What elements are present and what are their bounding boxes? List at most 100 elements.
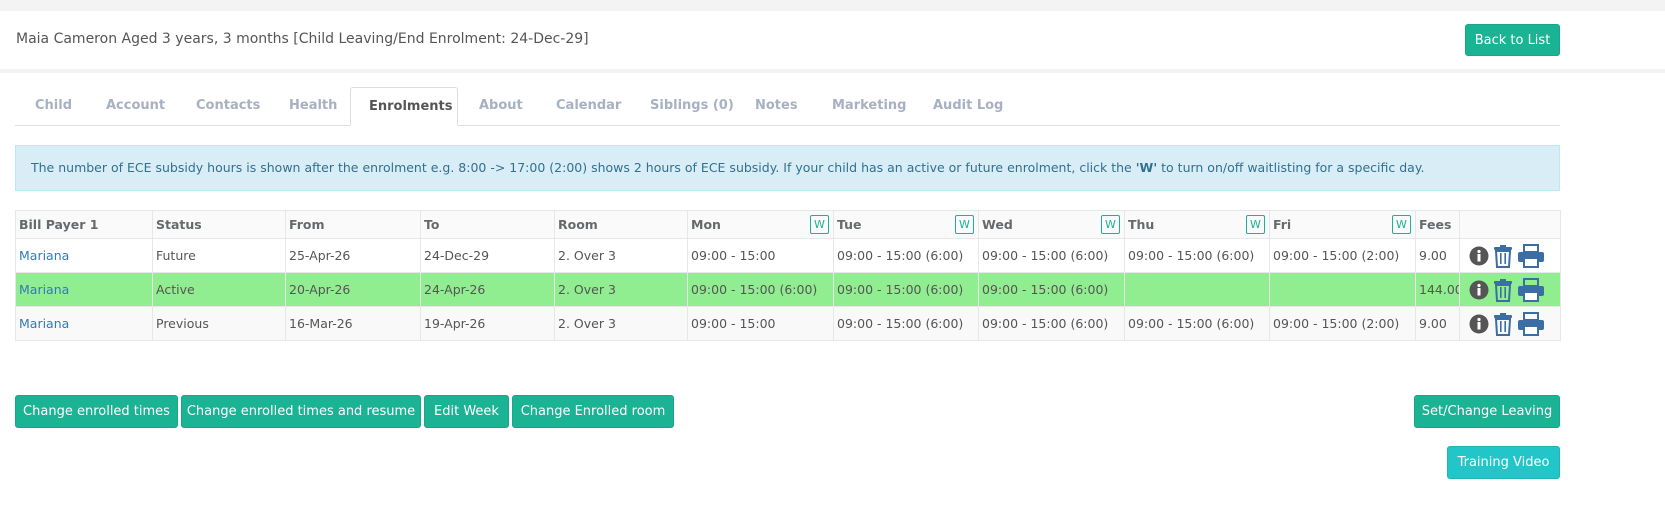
- thu-waitlist-button[interactable]: W: [1246, 215, 1265, 234]
- wed-cell: 09:00 - 15:00 (6:00): [978, 238, 1125, 273]
- col-tue: Tue W: [833, 210, 979, 239]
- tab-bar: Child Account Contacts Health Enrolments…: [15, 87, 1560, 126]
- col-mon: Mon W: [687, 210, 834, 239]
- tab-about[interactable]: About: [479, 87, 523, 125]
- tab-health[interactable]: Health: [289, 87, 337, 125]
- row-actions: [1463, 243, 1557, 268]
- trash-icon[interactable]: [1493, 244, 1513, 268]
- col-actions: [1459, 210, 1561, 239]
- to-cell: 24-Apr-26: [420, 272, 555, 307]
- fri-cell: 09:00 - 15:00 (2:00): [1269, 238, 1416, 273]
- change-enrolled-times-resume-button[interactable]: Change enrolled times and resume: [181, 395, 421, 428]
- enrolments-table: Bill Payer 1 Status From To Room Mon W Tu…: [15, 210, 1561, 341]
- mon-cell: 09:00 - 15:00: [687, 238, 834, 273]
- trash-icon[interactable]: [1493, 312, 1513, 336]
- tab-child[interactable]: Child: [35, 87, 72, 125]
- info-icon[interactable]: [1469, 314, 1489, 334]
- tab-contacts[interactable]: Contacts: [196, 87, 260, 125]
- print-icon[interactable]: [1517, 243, 1545, 268]
- tab-calendar[interactable]: Calendar: [556, 87, 621, 125]
- payer-cell: Mariana: [15, 238, 153, 273]
- fri-waitlist-button[interactable]: W: [1392, 215, 1411, 234]
- to-cell: 24-Dec-29: [420, 238, 555, 273]
- tue-cell: 09:00 - 15:00 (6:00): [833, 272, 979, 307]
- training-video-button[interactable]: Training Video: [1447, 446, 1560, 479]
- col-fees: Fees: [1415, 210, 1460, 239]
- wed-cell: 09:00 - 15:00 (6:00): [978, 306, 1125, 341]
- tab-account[interactable]: Account: [106, 87, 165, 125]
- col-to: To: [420, 210, 555, 239]
- change-enrolled-times-button[interactable]: Change enrolled times: [15, 395, 178, 428]
- status-cell: Active: [152, 272, 286, 307]
- wed-cell: 09:00 - 15:00 (6:00): [978, 272, 1125, 307]
- fri-cell: 09:00 - 15:00 (2:00): [1269, 306, 1416, 341]
- col-wed-label: Wed: [982, 217, 1013, 232]
- from-cell: 16-Mar-26: [285, 306, 421, 341]
- info-icon[interactable]: [1469, 280, 1489, 300]
- col-thu-label: Thu: [1128, 217, 1155, 232]
- col-mon-label: Mon: [691, 217, 721, 232]
- mon-waitlist-button[interactable]: W: [810, 215, 829, 234]
- from-cell: 25-Apr-26: [285, 238, 421, 273]
- actions-cell: [1459, 272, 1561, 307]
- from-cell: 20-Apr-26: [285, 272, 421, 307]
- tue-cell: 09:00 - 15:00 (6:00): [833, 306, 979, 341]
- wed-waitlist-button[interactable]: W: [1101, 215, 1120, 234]
- mon-cell: 09:00 - 15:00 (6:00): [687, 272, 834, 307]
- fri-cell: [1269, 272, 1416, 307]
- table-row: Mariana Active 20-Apr-26 24-Apr-26 2. Ov…: [15, 272, 1561, 307]
- row-actions: [1463, 277, 1557, 302]
- tab-enrolments[interactable]: Enrolments: [350, 87, 458, 126]
- bill-payer-link[interactable]: Mariana: [19, 248, 69, 263]
- info-text-end: to turn on/off waitlisting for a specifi…: [1157, 160, 1425, 175]
- payer-cell: Mariana: [15, 306, 153, 341]
- print-icon[interactable]: [1517, 277, 1545, 302]
- info-icon[interactable]: [1469, 246, 1489, 266]
- fees-cell: 9.00: [1415, 238, 1460, 273]
- tab-audit-log[interactable]: Audit Log: [933, 87, 1003, 125]
- tue-cell: 09:00 - 15:00 (6:00): [833, 238, 979, 273]
- fees-cell: 9.00: [1415, 306, 1460, 341]
- room-cell: 2. Over 3: [554, 272, 688, 307]
- col-status: Status: [152, 210, 286, 239]
- print-icon[interactable]: [1517, 311, 1545, 336]
- info-text-start: The number of ECE subsidy hours is shown…: [31, 160, 1136, 175]
- ece-subsidy-info-alert: The number of ECE subsidy hours is shown…: [15, 145, 1560, 191]
- col-wed: Wed W: [978, 210, 1125, 239]
- thu-cell: [1124, 272, 1270, 307]
- room-cell: 2. Over 3: [554, 306, 688, 341]
- edit-week-button[interactable]: Edit Week: [424, 395, 509, 428]
- set-change-leaving-button[interactable]: Set/Change Leaving: [1414, 395, 1560, 428]
- payer-cell: Mariana: [15, 272, 153, 307]
- status-cell: Future: [152, 238, 286, 273]
- table-row: Mariana Future 25-Apr-26 24-Dec-29 2. Ov…: [15, 238, 1561, 273]
- change-enrolled-room-button[interactable]: Change Enrolled room: [512, 395, 674, 428]
- trash-icon[interactable]: [1493, 278, 1513, 302]
- col-room: Room: [554, 210, 688, 239]
- room-cell: 2. Over 3: [554, 238, 688, 273]
- tab-siblings[interactable]: Siblings (0): [650, 87, 734, 125]
- content-panel: Child Account Contacts Health Enrolments…: [0, 73, 1665, 516]
- tab-notes[interactable]: Notes: [755, 87, 798, 125]
- thu-cell: 09:00 - 15:00 (6:00): [1124, 306, 1270, 341]
- page-title: Maia Cameron Aged 3 years, 3 months [Chi…: [16, 31, 589, 47]
- col-fri-label: Fri: [1273, 217, 1292, 232]
- col-from: From: [285, 210, 421, 239]
- tue-waitlist-button[interactable]: W: [955, 215, 974, 234]
- tab-marketing[interactable]: Marketing: [832, 87, 906, 125]
- col-fri: Fri W: [1269, 210, 1416, 239]
- fees-cell: 144.00: [1415, 272, 1460, 307]
- bill-payer-link[interactable]: Mariana: [19, 316, 69, 331]
- status-cell: Previous: [152, 306, 286, 341]
- row-actions: [1463, 311, 1557, 336]
- bill-payer-link[interactable]: Mariana: [19, 282, 69, 297]
- col-tue-label: Tue: [837, 217, 862, 232]
- info-text-w: 'W': [1135, 160, 1158, 175]
- col-bill-payer: Bill Payer 1: [15, 210, 153, 239]
- col-thu: Thu W: [1124, 210, 1270, 239]
- actions-cell: [1459, 238, 1561, 273]
- table-row: Mariana Previous 16-Mar-26 19-Apr-26 2. …: [15, 306, 1561, 341]
- back-to-list-button[interactable]: Back to List: [1465, 24, 1560, 56]
- table-header-row: Bill Payer 1 Status From To Room Mon W Tu…: [15, 210, 1561, 239]
- to-cell: 19-Apr-26: [420, 306, 555, 341]
